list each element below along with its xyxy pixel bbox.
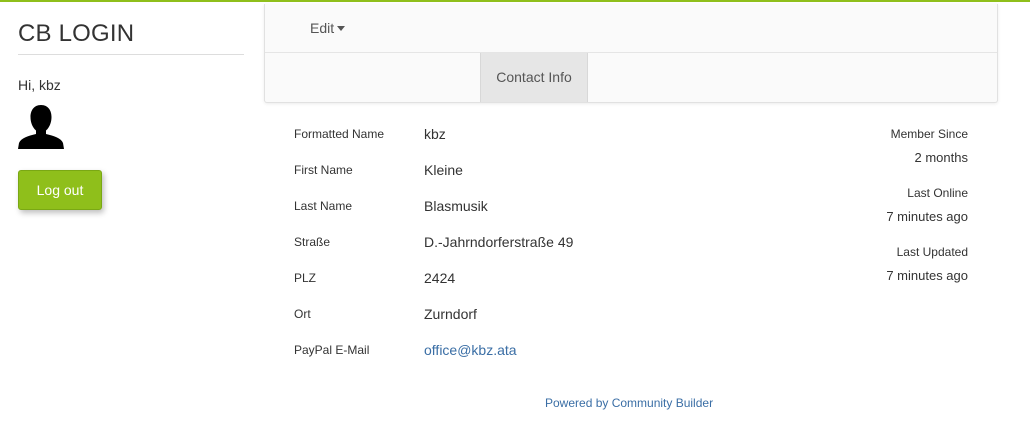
profile-tab-bar: Contact Info — [265, 53, 997, 102]
paypal-email-link[interactable]: office@kbz.ata — [424, 342, 517, 358]
user-greeting: Hi, kbz — [18, 77, 61, 93]
field-value-paypal: office@kbz.ata — [424, 340, 517, 360]
status-last-online: Last Online 7 minutes ago — [768, 184, 968, 243]
field-value: 2424 — [424, 270, 456, 286]
profile-menu-bar: Edit — [265, 4, 997, 53]
field-value: Zurndorf — [424, 306, 477, 322]
profile-status: Member Since 2 months Last Online 7 minu… — [768, 125, 968, 302]
field-label: PayPal E-Mail — [294, 343, 370, 357]
status-value: 2 months — [914, 150, 968, 165]
field-label: Formatted Name — [294, 127, 385, 141]
field-label: Straße — [294, 235, 331, 249]
edit-menu-label: Edit — [310, 20, 335, 36]
status-label: Last Updated — [896, 245, 968, 259]
field-value: kbz — [424, 126, 446, 142]
profile-tabs-panel: Edit Contact Info — [264, 4, 998, 103]
module-title: CB LOGIN — [18, 20, 244, 55]
field-label: First Name — [294, 163, 353, 177]
status-label: Last Online — [907, 186, 968, 200]
field-label: Ort — [294, 307, 311, 321]
status-label: Member Since — [890, 127, 968, 141]
caret-down-icon — [337, 25, 346, 31]
user-silhouette-icon — [18, 105, 64, 149]
field-value: Blasmusik — [424, 198, 488, 214]
status-member-since: Member Since 2 months — [768, 125, 968, 184]
edit-menu[interactable]: Edit — [310, 18, 346, 38]
powered-by-link[interactable]: Powered by Community Builder — [545, 395, 713, 411]
status-value: 7 minutes ago — [886, 268, 968, 283]
status-value: 7 minutes ago — [886, 209, 968, 224]
field-label: PLZ — [294, 271, 317, 285]
tab-contact-info[interactable]: Contact Info — [480, 53, 588, 102]
status-last-updated: Last Updated 7 minutes ago — [768, 243, 968, 302]
page: CB LOGIN Hi, kbz Log out Edit Contact In… — [0, 0, 1030, 434]
logout-button[interactable]: Log out — [18, 170, 102, 210]
field-label: Last Name — [294, 199, 353, 213]
field-value: D.-Jahrndorferstraße 49 — [424, 234, 574, 250]
field-value: Kleine — [424, 162, 463, 178]
login-module: CB LOGIN Hi, kbz Log out — [18, 20, 244, 210]
